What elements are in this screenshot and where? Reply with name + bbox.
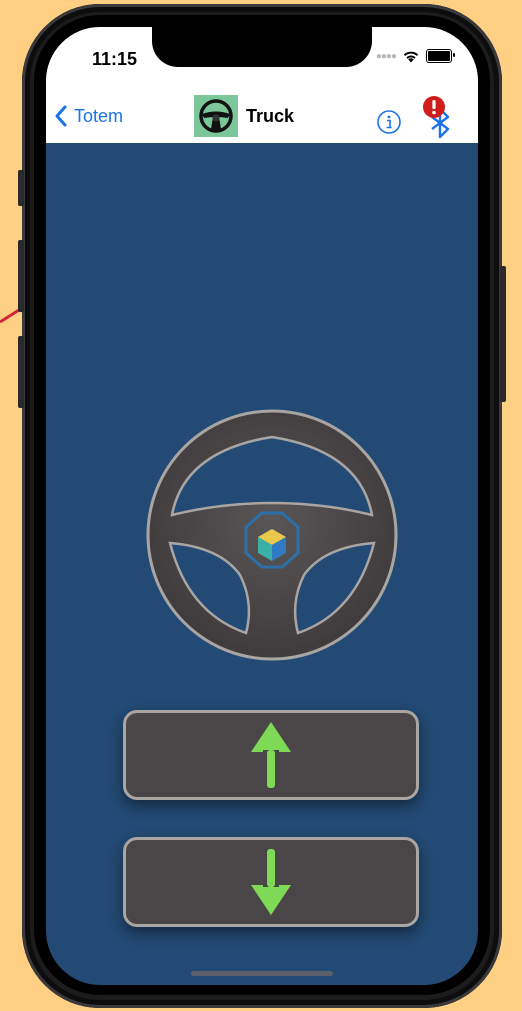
volume-up-button [18, 240, 24, 312]
title-group: Truck [194, 95, 294, 137]
app-screen: 11:15 ●●●● Totem Truck [46, 27, 478, 985]
forward-button[interactable] [123, 710, 419, 800]
status-icons: ●●●● [375, 49, 455, 63]
title-thumbnail [194, 95, 238, 137]
phone-bezel: 11:15 ●●●● Totem Truck [34, 15, 490, 995]
info-icon [377, 110, 401, 134]
volume-down-button [18, 336, 24, 408]
home-indicator[interactable] [191, 971, 333, 976]
arrow-up-icon [251, 722, 291, 788]
wifi-icon [403, 51, 419, 62]
arrow-down-icon [251, 849, 291, 915]
cellular-signal-icon: ●●●● [375, 50, 397, 62]
back-button[interactable]: Totem [54, 105, 123, 127]
back-label: Totem [74, 105, 124, 126]
power-button [500, 266, 506, 402]
steering-wheel-icon [199, 99, 233, 133]
page-title: Truck [246, 105, 295, 126]
bluetooth-status-button[interactable] [418, 95, 458, 148]
exclamation-badge-icon [423, 96, 445, 118]
status-time: 11:15 [92, 49, 138, 69]
notch [152, 27, 372, 67]
info-button[interactable] [376, 109, 402, 140]
battery-icon [426, 49, 455, 63]
mute-switch [18, 170, 24, 206]
navigation-bar: 11:15 ●●●● Totem Truck [46, 27, 478, 143]
chevron-left-icon [55, 105, 67, 127]
steering-wheel-control[interactable] [144, 407, 400, 668]
steering-wheel-icon [146, 409, 398, 661]
reverse-button[interactable] [123, 837, 419, 927]
